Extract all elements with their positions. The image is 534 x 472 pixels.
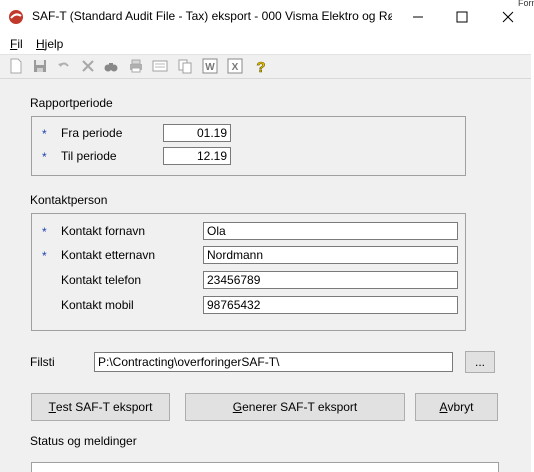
menu-fil[interactable]: Fil <box>10 37 23 51</box>
minimize-icon <box>413 16 423 18</box>
print-icon[interactable] <box>128 58 144 74</box>
menu-hjelp-label: jelp <box>44 37 64 51</box>
svg-text:?: ? <box>256 59 265 74</box>
test-export-mnemonic: T <box>48 400 56 414</box>
menu-hjelp-mnemonic: H <box>36 37 45 51</box>
status-title: Status og meldinger <box>30 434 137 448</box>
word-icon[interactable]: W <box>202 58 218 74</box>
kontakt-mobil-field[interactable]: 98765432 <box>203 296 458 314</box>
svg-text:W: W <box>205 62 215 73</box>
svg-text:X: X <box>232 62 239 73</box>
generate-export-label: enerer SAF-T eksport <box>242 400 358 414</box>
save-icon[interactable] <box>32 58 48 74</box>
maximize-button[interactable] <box>439 0 485 34</box>
kontakt-fornavn-field[interactable]: Ola <box>203 222 458 240</box>
rapportperiode-title: Rapportperiode <box>30 96 113 110</box>
test-export-label: est SAF-T eksport <box>55 400 153 414</box>
kontakt-fornavn-label: Kontakt fornavn <box>61 224 146 238</box>
required-marker: * <box>42 127 47 141</box>
til-periode-field[interactable]: 12.19 <box>163 147 231 165</box>
generate-export-button[interactable]: Generer SAF-T eksport <box>185 393 405 421</box>
cancel-label: vbryt <box>447 400 474 414</box>
til-periode-label: Til periode <box>61 149 117 163</box>
generate-export-mnemonic: G <box>232 400 243 414</box>
new-icon[interactable] <box>8 58 24 74</box>
kontakt-etternavn-field[interactable]: Nordmann <box>203 246 458 264</box>
rapportperiode-group <box>31 116 466 176</box>
cancel-mnemonic: A <box>439 400 448 414</box>
filsti-field[interactable]: P:\Contracting\overforingerSAF-T\ <box>94 352 453 372</box>
kontakt-telefon-field[interactable]: 23456789 <box>203 271 458 289</box>
kontakt-telefon-label: Kontakt telefon <box>61 273 142 287</box>
required-marker: * <box>42 249 47 263</box>
close-icon <box>502 11 514 23</box>
help-icon[interactable]: ? <box>253 58 269 74</box>
required-marker: * <box>42 225 47 239</box>
kontakt-etternavn-label: Kontakt etternavn <box>61 248 156 262</box>
find-icon[interactable] <box>103 58 119 74</box>
test-export-button[interactable]: Test SAF-T eksport <box>31 393 170 421</box>
minimize-button[interactable] <box>395 0 441 34</box>
maximize-icon <box>456 11 468 23</box>
window-title: SAF-T (Standard Audit File - Tax) ekspor… <box>32 9 392 23</box>
preview-icon[interactable] <box>152 58 168 74</box>
background-snippet: Formålskontroll <box>518 0 534 6</box>
filsti-label: Filsti <box>30 355 55 369</box>
required-marker: * <box>42 150 47 164</box>
excel-icon[interactable]: X <box>227 58 243 74</box>
menu-bar <box>0 34 534 54</box>
delete-icon[interactable] <box>80 58 96 74</box>
fra-periode-label: Fra periode <box>61 126 123 140</box>
fra-periode-field[interactable]: 01.19 <box>163 124 231 142</box>
kontaktperson-title: Kontaktperson <box>30 193 108 207</box>
undo-icon[interactable] <box>56 58 72 74</box>
status-messages-box <box>31 462 499 472</box>
menu-fil-label: il <box>17 37 23 51</box>
copy-icon[interactable] <box>177 58 193 74</box>
browse-button[interactable]: ... <box>465 351 495 373</box>
cancel-button[interactable]: Avbryt <box>415 393 498 421</box>
menu-hjelp[interactable]: Hjelp <box>36 37 63 51</box>
app-icon <box>9 10 23 24</box>
kontakt-mobil-label: Kontakt mobil <box>61 298 134 312</box>
